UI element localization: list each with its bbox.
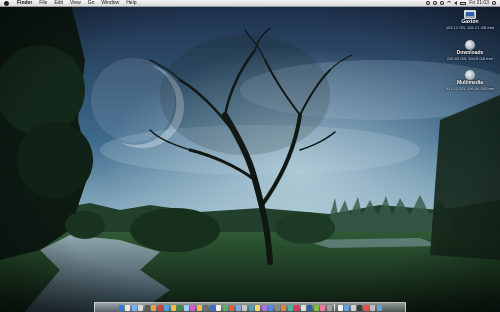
- dock-app-icon[interactable]: [357, 304, 362, 311]
- dock-app-icon[interactable]: [337, 304, 343, 311]
- menu-status-area: Fri 21:03: [426, 0, 496, 6]
- dock-app-icon[interactable]: [138, 304, 143, 311]
- desktop-icon-info: 232.89 GB, 194.8 GB free: [446, 56, 494, 61]
- dock-app-icon[interactable]: [183, 304, 189, 311]
- dock-app-icon[interactable]: [118, 304, 124, 311]
- apple-menu-icon[interactable]: [4, 0, 9, 6]
- menu-clock[interactable]: Fri 21:03: [469, 0, 489, 6]
- dock-app-icon[interactable]: [229, 304, 234, 311]
- menu-help[interactable]: Help: [126, 0, 136, 6]
- dock-app-icon[interactable]: [261, 304, 267, 311]
- menu-file[interactable]: File: [39, 0, 47, 6]
- dock-app-icon[interactable]: [222, 304, 228, 311]
- sync-icon[interactable]: [426, 1, 431, 5]
- dock-app-icon[interactable]: [242, 304, 247, 311]
- dock-app-icon[interactable]: [164, 304, 169, 311]
- dock-app-icon[interactable]: [326, 304, 332, 311]
- dock-app-icon[interactable]: [216, 304, 221, 311]
- dock-app-icon[interactable]: [125, 304, 130, 311]
- dock-app-icon[interactable]: [255, 304, 260, 311]
- dock-app-icon[interactable]: [370, 304, 375, 311]
- dock-app-icon[interactable]: [235, 304, 241, 311]
- dock-app-icon[interactable]: [307, 304, 312, 311]
- dock-app-icon[interactable]: [350, 304, 356, 311]
- dock-app-icon[interactable]: [300, 304, 306, 311]
- desktop-icon-info: 403.12 GB, 154.21 GB free: [445, 25, 495, 30]
- dock-app-icon[interactable]: [190, 304, 195, 311]
- dock-app-icon[interactable]: [157, 304, 163, 311]
- desktop-wallpaper: [0, 0, 500, 312]
- dock-app-icon[interactable]: [196, 304, 202, 311]
- disk-icon: [465, 40, 475, 50]
- menu-bar: Finder File Edit View Go Window Help Fri…: [0, 0, 500, 7]
- dock-app-icon[interactable]: [281, 304, 286, 311]
- dock-app-icon[interactable]: [274, 304, 280, 311]
- dock-app-icon[interactable]: [151, 304, 156, 311]
- dock-app-icon[interactable]: [209, 304, 215, 311]
- dock-app-icon[interactable]: [363, 304, 369, 311]
- dock-app-icon[interactable]: [344, 304, 349, 311]
- volume-icon[interactable]: [454, 1, 458, 5]
- dock-app-icon[interactable]: [144, 304, 150, 311]
- desktop-icon-gaxton[interactable]: Gaxton 403.12 GB, 154.21 GB free: [440, 10, 500, 30]
- dock-app-icon[interactable]: [248, 304, 254, 311]
- bluetooth-icon[interactable]: [440, 1, 445, 5]
- dock-app-icon[interactable]: [320, 304, 325, 311]
- dock-app-icon[interactable]: [287, 304, 293, 311]
- dock-app-icon[interactable]: [294, 304, 299, 311]
- dock-app-icon[interactable]: [313, 304, 319, 311]
- dock-app-icon[interactable]: [131, 304, 137, 311]
- desktop-icon-downloads[interactable]: Downloads 232.89 GB, 194.8 GB free: [440, 40, 500, 61]
- desktop-icon-info: 931.52 GB, 196.06 GB free: [445, 86, 495, 91]
- desktop-icon-multimedia[interactable]: Multimedia 931.52 GB, 196.06 GB free: [440, 70, 500, 91]
- menu-app-finder[interactable]: Finder: [17, 0, 32, 6]
- hard-drive-icon: [464, 10, 476, 19]
- menu-edit[interactable]: Edit: [54, 0, 63, 6]
- dock-app-icon[interactable]: [203, 304, 208, 311]
- battery-icon[interactable]: [460, 1, 467, 5]
- time-machine-icon[interactable]: [433, 1, 438, 5]
- dock-separator: [334, 304, 335, 311]
- menu-window[interactable]: Window: [101, 0, 119, 6]
- dock: [94, 302, 406, 312]
- menu-go[interactable]: Go: [88, 0, 95, 6]
- spotlight-search-icon[interactable]: [492, 1, 496, 5]
- dock-app-icon[interactable]: [177, 304, 182, 311]
- disk-icon: [465, 70, 475, 80]
- menu-view[interactable]: View: [70, 0, 81, 6]
- wifi-icon[interactable]: [447, 1, 452, 5]
- dock-app-icon[interactable]: [170, 304, 176, 311]
- dock-app-icon[interactable]: [376, 304, 382, 311]
- dock-app-icon[interactable]: [268, 304, 273, 311]
